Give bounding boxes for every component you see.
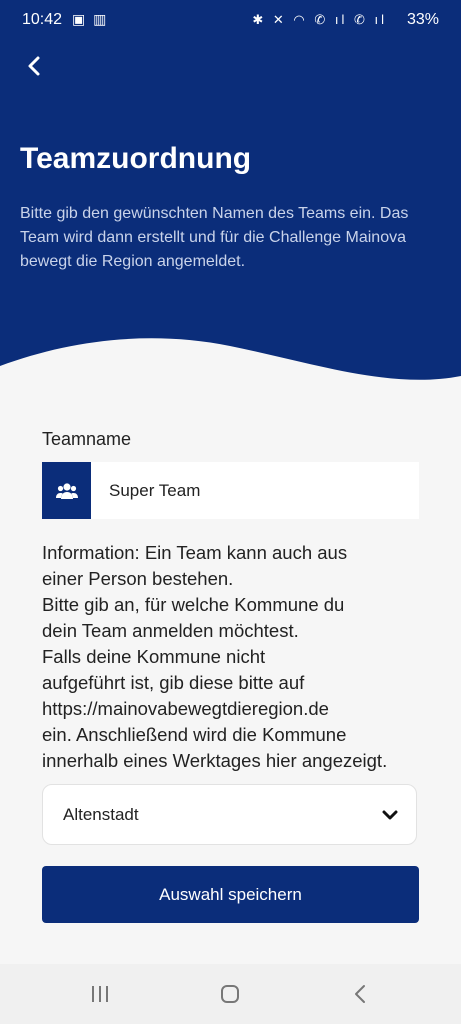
status-notification-icons: ▣ ▥ [72, 11, 109, 27]
page-title: Teamzuordnung [20, 142, 252, 175]
save-selection-button[interactable]: Auswahl speichern [42, 866, 419, 923]
system-back-button[interactable] [340, 979, 380, 1009]
chevron-down-icon [382, 810, 398, 819]
status-system-icons: ✱ ✕ ◠ ✆ ıl ✆ ıl [252, 12, 387, 27]
battery-level: 33% [406, 11, 439, 28]
back-icon [355, 985, 365, 1003]
status-time: 10:42 [22, 11, 63, 28]
users-icon [42, 462, 91, 519]
team-name-label: Teamname [42, 429, 132, 449]
status-bar: 10:42 ▣ ▥ ✱ ✕ ◠ ✆ ıl ✆ ıl 33% [0, 0, 461, 40]
system-nav-bar [0, 964, 461, 1024]
kommune-selected-value: Altenstadt [63, 804, 139, 824]
home-icon [221, 985, 239, 1003]
chevron-left-icon [28, 56, 40, 76]
kommune-select[interactable]: Altenstadt [42, 784, 417, 845]
back-button[interactable] [18, 50, 50, 82]
team-name-input[interactable] [91, 462, 419, 519]
recent-apps-icon [92, 986, 108, 1002]
info-text: Information: Ein Team kann auch aus eine… [42, 542, 388, 771]
team-name-field [42, 462, 419, 519]
recent-apps-button[interactable] [80, 979, 120, 1009]
home-button[interactable] [210, 979, 250, 1009]
header-wave [0, 338, 461, 400]
page-subtitle: Bitte gib den gewünschten Namen des Team… [20, 205, 409, 270]
